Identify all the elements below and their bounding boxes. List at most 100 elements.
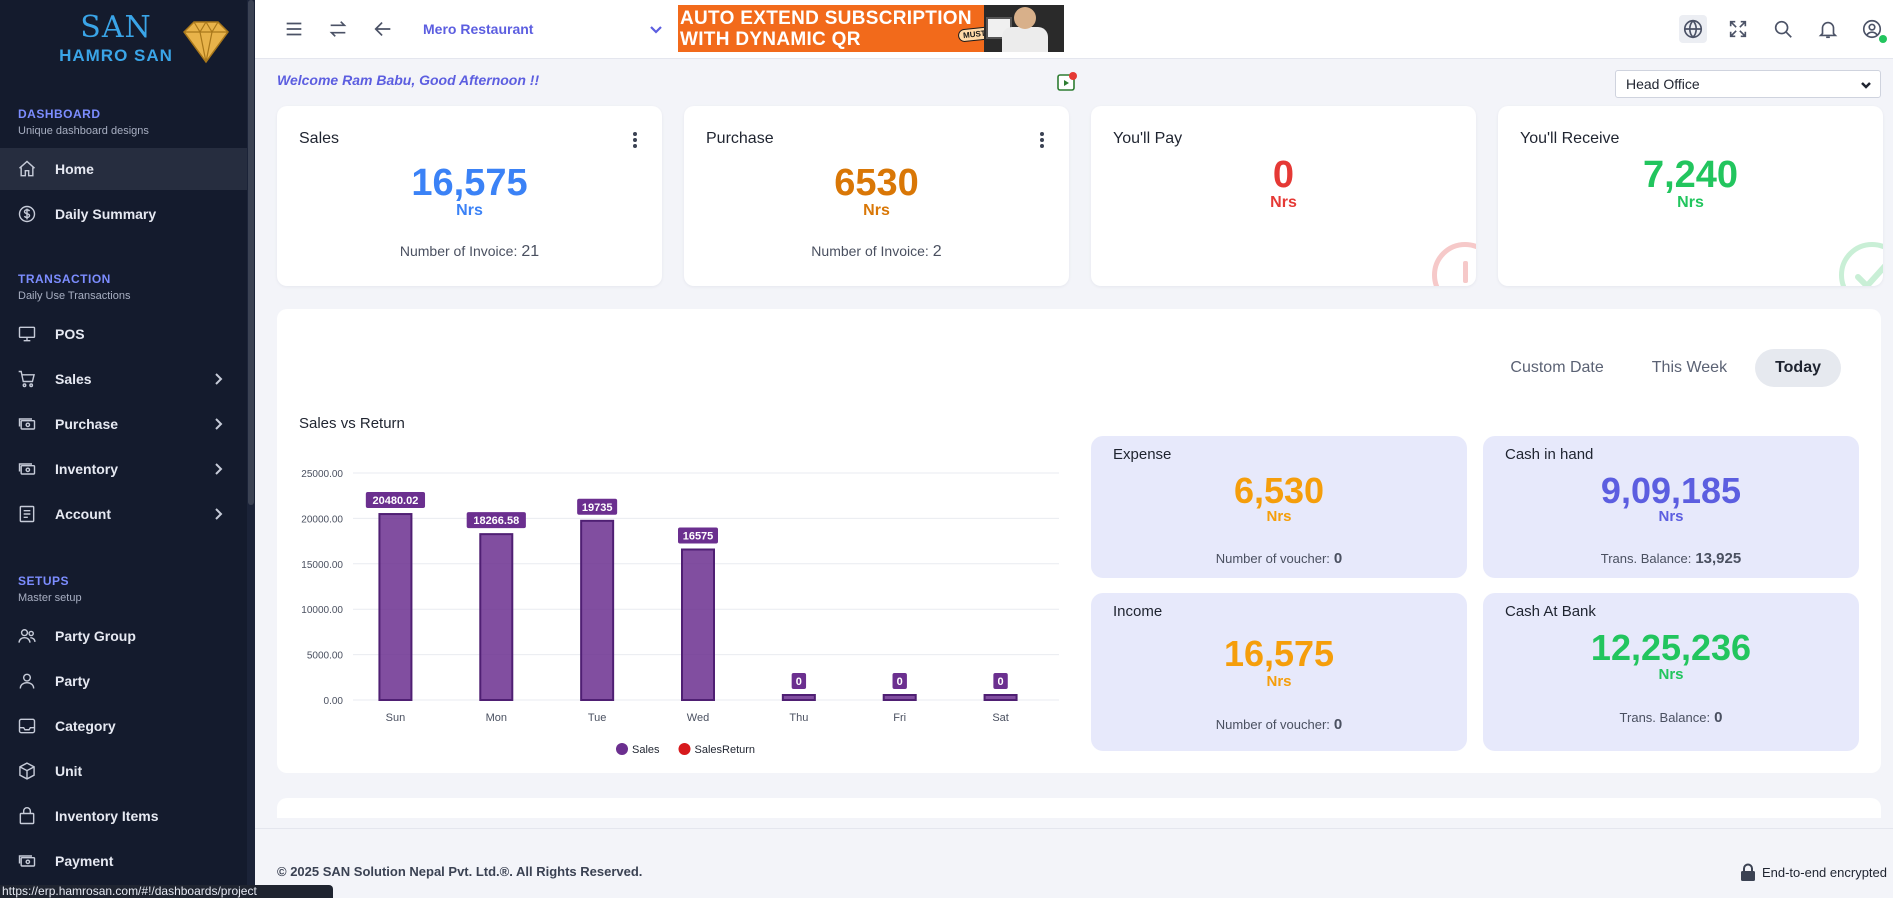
sidebar-item-label: Unit [55, 763, 83, 779]
bell-icon[interactable] [1816, 17, 1840, 41]
inbox-icon [16, 715, 38, 737]
ledger-icon [16, 503, 38, 525]
more-options-icon[interactable] [632, 130, 638, 150]
search-icon[interactable] [1771, 17, 1795, 41]
chevron-right-icon [213, 372, 223, 386]
restaurant-select-value: Mero Restaurant [423, 21, 534, 37]
more-options-icon[interactable] [1039, 130, 1045, 150]
sidebar-item-pos[interactable]: POS [0, 313, 247, 355]
sidebar-item-label: Payment [55, 853, 114, 869]
y-tick-label: 15000.00 [301, 560, 343, 571]
globe-icon[interactable] [1679, 15, 1707, 43]
check-circle-icon [1839, 242, 1883, 286]
video-tutorial-icon[interactable] [1056, 71, 1078, 93]
card-amount: 16,575 [411, 162, 528, 204]
y-tick-label: 20000.00 [301, 514, 343, 525]
promo-banner[interactable]: AUTO EXTEND SUBSCRIPTION WITH DYNAMIC QR… [678, 5, 1064, 52]
sidebar-item-category[interactable]: Category [0, 705, 247, 747]
youll-pay-card: You'll Pay 0 Nrs [1091, 106, 1476, 286]
swap-icon[interactable] [326, 17, 350, 41]
card-title: Expense [1113, 446, 1172, 463]
sidebar-item-daily-summary[interactable]: Daily Summary [0, 193, 247, 235]
sidebar-item-payment[interactable]: Payment [0, 840, 247, 882]
bar-sales [781, 694, 816, 701]
legend-marker [616, 743, 628, 755]
bar-sales [580, 519, 615, 701]
card-meta-label: Trans. Balance: [1600, 551, 1692, 566]
cash-icon [16, 850, 38, 872]
bar-sales [681, 548, 715, 702]
card-amount: 6530 [834, 162, 919, 204]
x-tick-label: Sat [992, 712, 1009, 724]
youll-receive-card: You'll Receive 7,240 Nrs [1498, 106, 1883, 286]
card-unit: Nrs [456, 202, 483, 219]
card-amount: 16,575 [1223, 633, 1335, 674]
sidebar-item-account[interactable]: Account [0, 493, 247, 535]
tab-custom-date[interactable]: Custom Date [1490, 349, 1623, 387]
card-meta: Number of voucher: 0 [1091, 550, 1467, 567]
card-unit: Nrs [863, 202, 890, 219]
diamond-logo-icon [183, 20, 229, 64]
card-title: You'll Pay [1113, 130, 1183, 147]
data-label: 16575 [683, 530, 714, 542]
card-amount: 9,09,185 [1600, 470, 1742, 511]
card-amount: 0 [1272, 154, 1295, 196]
section-title-setups: SETUPS [18, 574, 70, 588]
y-tick-label: 5000.00 [307, 651, 344, 662]
top-bar: Mero Restaurant AUTO EXTEND SUBSCRIPTION… [255, 0, 1893, 59]
sidebar-item-home[interactable]: Home [0, 148, 247, 190]
card-meta-value: 0 [1333, 550, 1343, 567]
sidebar-item-party-group[interactable]: Party Group [0, 615, 247, 657]
card-title: Income [1113, 603, 1163, 620]
data-label: 18266.58 [473, 515, 519, 527]
x-tick-label: Fri [893, 712, 906, 724]
chevron-right-icon [213, 417, 223, 431]
cash-at-bank-card: Cash At Bank 12,25,236 Nrs Trans. Balanc… [1483, 593, 1859, 751]
user-circle-icon[interactable] [1860, 17, 1887, 43]
sidebar-item-sales[interactable]: Sales [0, 358, 247, 400]
sidebar-item-inventory[interactable]: Inventory [0, 448, 247, 490]
card-title: You'll Receive [1520, 130, 1620, 147]
section-subtitle-setups: Master setup [18, 592, 82, 604]
card-meta-label: Number of Invoice: [399, 243, 518, 259]
sidebar-item-label: Inventory [55, 461, 119, 477]
users-icon [16, 625, 38, 647]
sidebar-item-label: Sales [55, 371, 92, 387]
branch-select[interactable]: Head Office [1615, 70, 1881, 98]
sidebar-item-label: Category [55, 718, 116, 734]
tab-this-week[interactable]: This Week [1632, 349, 1747, 387]
y-tick-label: 25000.00 [301, 469, 343, 480]
fullscreen-icon[interactable] [1726, 17, 1750, 41]
y-tick-label: 10000.00 [301, 605, 343, 616]
sidebar-item-purchase[interactable]: Purchase [0, 403, 247, 445]
card-meta-label: Number of Invoice: [811, 243, 929, 259]
sidebar-item-party[interactable]: Party [0, 660, 247, 702]
card-meta: Trans. Balance: 0 [1483, 709, 1859, 726]
brand-logo[interactable]: SAN HAMRO SAN [0, 0, 247, 84]
logo-bottom-text: HAMRO SAN [59, 46, 173, 65]
section-title-transaction: TRANSACTION [18, 272, 111, 286]
menu-icon[interactable] [282, 17, 306, 41]
sidebar-item-label: Inventory Items [55, 808, 159, 824]
sidebar-item-unit[interactable]: Unit [0, 750, 247, 792]
tab-today[interactable]: Today [1755, 349, 1841, 387]
cube-icon [16, 760, 38, 782]
card-meta: Number of voucher: 0 [1091, 716, 1467, 733]
restaurant-select[interactable]: Mero Restaurant [423, 14, 663, 44]
y-tick-label: 0.00 [324, 696, 344, 707]
x-tick-label: Mon [486, 712, 507, 724]
sidebar-item-inventory-items[interactable]: Inventory Items [0, 795, 247, 837]
card-meta: Number of Invoice: 21 [277, 243, 662, 261]
data-label: 0 [796, 676, 802, 688]
logo-top-text: SAN [80, 10, 152, 45]
sidebar-scrollbar-thumb[interactable] [248, 0, 254, 505]
sales-card: Sales 16,575 Nrs Number of Invoice: 21 [277, 106, 662, 286]
cart-icon [16, 368, 38, 390]
x-tick-label: Thu [789, 712, 808, 724]
sidebar-scrollbar[interactable] [247, 0, 255, 898]
sidebar-item-label: Daily Summary [55, 206, 157, 222]
card-meta: Number of Invoice: 2 [684, 243, 1069, 261]
back-arrow-icon[interactable] [371, 17, 395, 41]
x-tick-label: Tue [588, 712, 607, 724]
card-unit: Nrs [1658, 508, 1684, 525]
